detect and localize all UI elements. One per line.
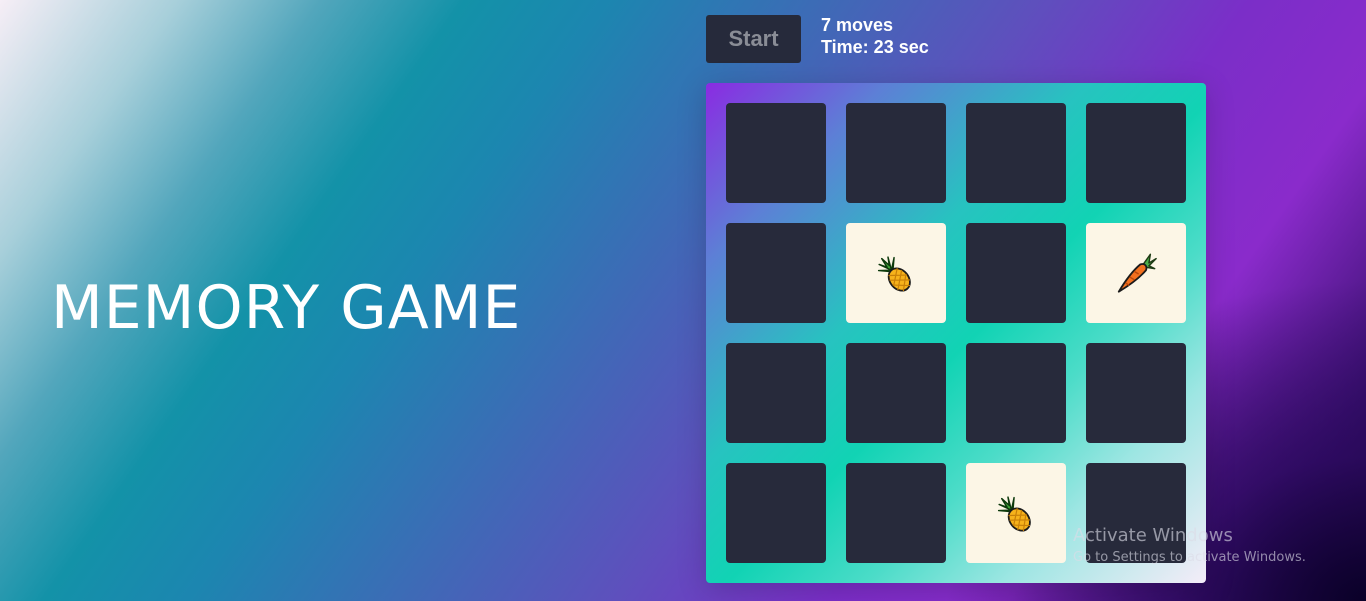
card-hidden[interactable] bbox=[1086, 343, 1186, 443]
card-flipped[interactable] bbox=[1086, 223, 1186, 323]
carrot-icon bbox=[1113, 250, 1159, 296]
card-hidden[interactable] bbox=[726, 223, 826, 323]
card-hidden[interactable] bbox=[726, 343, 826, 443]
watermark-subtitle: Go to Settings to activate Windows. bbox=[1073, 550, 1306, 565]
card-hidden[interactable] bbox=[1086, 103, 1186, 203]
windows-activation-watermark: Activate Windows Go to Settings to activ… bbox=[1073, 525, 1306, 569]
pineapple-icon bbox=[993, 490, 1039, 536]
pineapple-icon bbox=[873, 250, 919, 296]
card-hidden[interactable] bbox=[846, 463, 946, 563]
card-hidden[interactable] bbox=[726, 103, 826, 203]
card-hidden[interactable] bbox=[966, 103, 1066, 203]
time-counter: Time: 23 sec bbox=[821, 37, 929, 57]
game-title: MEMORY GAME bbox=[51, 273, 522, 343]
card-hidden[interactable] bbox=[726, 463, 826, 563]
card-flipped[interactable] bbox=[966, 463, 1066, 563]
card-hidden[interactable] bbox=[846, 343, 946, 443]
stats-panel: 7 moves Time: 23 sec bbox=[821, 14, 929, 58]
card-hidden[interactable] bbox=[846, 103, 946, 203]
moves-counter: 7 moves bbox=[821, 15, 894, 35]
card-flipped[interactable] bbox=[846, 223, 946, 323]
game-board bbox=[706, 83, 1206, 583]
watermark-title: Activate Windows bbox=[1073, 525, 1233, 546]
start-button[interactable]: Start bbox=[706, 15, 801, 63]
card-hidden[interactable] bbox=[966, 223, 1066, 323]
card-hidden[interactable] bbox=[966, 343, 1066, 443]
